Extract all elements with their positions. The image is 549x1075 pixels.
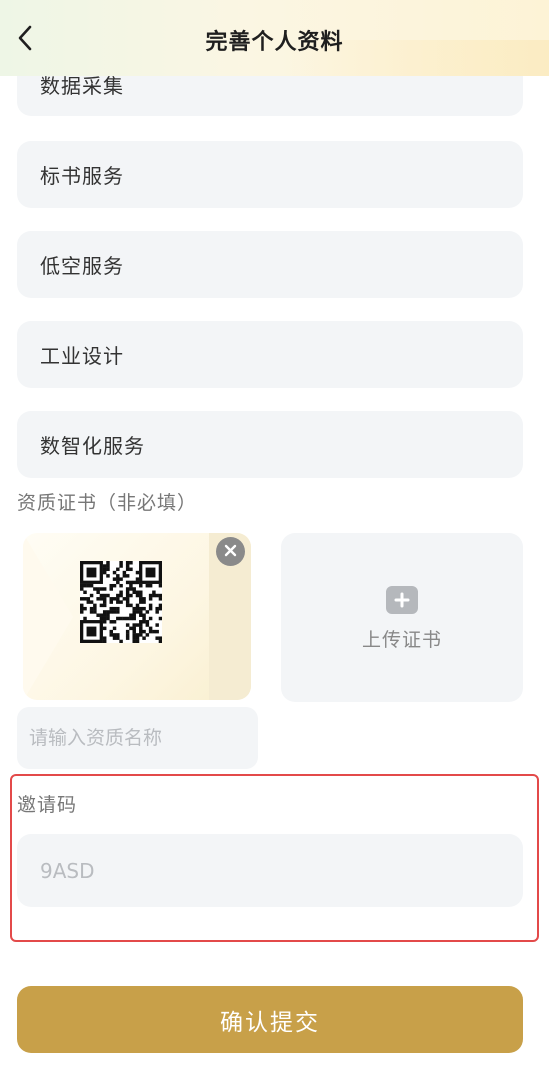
qr-code-image <box>80 561 163 644</box>
category-option-low-altitude-service[interactable]: 低空服务 <box>17 231 523 298</box>
plus-icon <box>386 586 418 614</box>
category-option-industrial-design[interactable]: 工业设计 <box>17 321 523 388</box>
remove-certificate-button[interactable] <box>216 537 245 566</box>
category-option-bid-service[interactable]: 标书服务 <box>17 141 523 208</box>
thumbnail-decoration <box>23 533 73 700</box>
category-label: 数智化服务 <box>40 434 145 458</box>
close-icon <box>224 542 237 561</box>
category-label: 低空服务 <box>40 254 124 278</box>
header-bar: 完善个人资料 <box>0 0 549 76</box>
invite-code-label: 邀请码 <box>17 794 78 816</box>
category-label: 标书服务 <box>40 164 124 188</box>
invite-code-input[interactable] <box>17 834 523 907</box>
upload-certificate-label: 上传证书 <box>361 629 442 651</box>
category-label: 工业设计 <box>40 344 124 368</box>
category-option-digital-service[interactable]: 数智化服务 <box>17 411 523 478</box>
submit-button[interactable]: 确认提交 <box>17 986 523 1053</box>
page: 数据采集 标书服务 低空服务 工业设计 数智化服务 完善个人资料 资质证书（非必… <box>0 0 549 1075</box>
certificate-name-input[interactable] <box>17 707 258 769</box>
upload-certificate-button[interactable]: 上传证书 <box>281 533 523 702</box>
certificate-section-label: 资质证书（非必填） <box>17 492 198 514</box>
page-title: 完善个人资料 <box>205 30 344 55</box>
